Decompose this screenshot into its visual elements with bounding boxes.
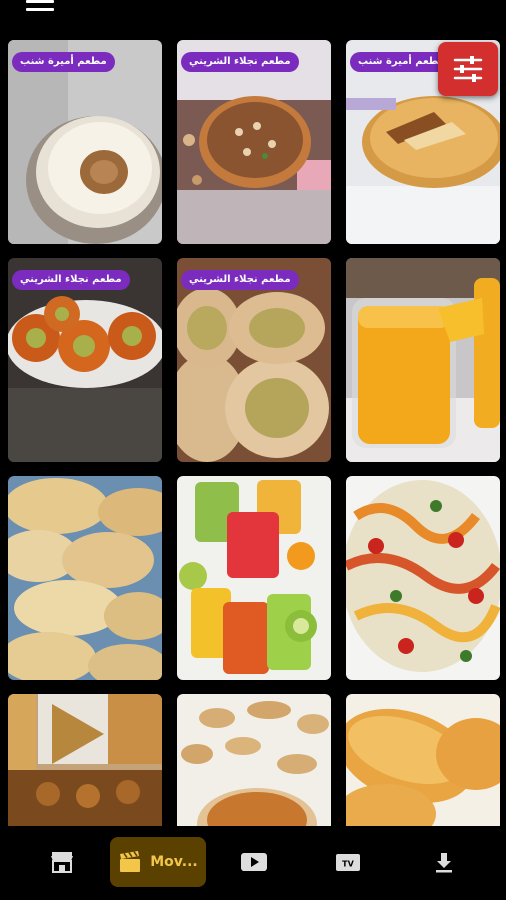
hamburger-menu-icon[interactable] [26,0,54,16]
bottom-navigation: Mov... TV [0,826,506,900]
recipe-card[interactable]: مطعم نجلاء الشريني [177,40,331,244]
tv-icon: TV [336,854,360,871]
recipe-image [8,476,162,680]
recipe-card[interactable]: مطعم أميرة شنب [8,40,162,244]
recipe-card[interactable] [177,476,331,680]
recipe-card[interactable] [177,694,331,826]
nav-item-downloads[interactable] [422,837,466,887]
recipe-card[interactable]: مطعم نجلاء الشريني [177,258,331,462]
clapperboard-icon [120,851,141,872]
nav-item-youtube[interactable] [232,837,276,887]
youtube-play-icon [241,853,267,871]
recipe-card[interactable] [8,476,162,680]
restaurant-badge: مطعم نجلاء الشريني [181,52,299,72]
nav-item-store[interactable] [40,837,84,887]
recipe-card[interactable] [346,476,500,680]
recipe-grid: مطعم أميرة شنب مطعم نجلاء الشريني مطعم أ… [8,40,500,826]
store-icon [51,852,73,873]
recipe-image [8,694,162,826]
download-icon [436,853,452,873]
restaurant-badge: مطعم نجلاء الشريني [12,270,130,290]
recipe-image [346,694,500,826]
restaurant-badge: مطعم أميرة شنب [12,52,115,72]
nav-item-tv[interactable]: TV [326,837,370,887]
recipe-card[interactable] [346,694,500,826]
recipe-image [346,258,500,462]
restaurant-badge: مطعم نجلاء الشريني [181,270,299,290]
recipe-card[interactable] [8,694,162,826]
recipe-image [346,476,500,680]
recipe-card[interactable]: مطعم نجلاء الشريني [8,258,162,462]
recipe-card[interactable] [346,258,500,462]
recipe-image [177,694,331,826]
filter-button[interactable] [438,42,498,96]
nav-item-label: Mov... [150,854,198,870]
sliders-icon [453,56,483,82]
svg-text:TV: TV [342,860,354,869]
recipe-image [177,476,331,680]
nav-item-movies[interactable]: Mov... [110,837,206,887]
